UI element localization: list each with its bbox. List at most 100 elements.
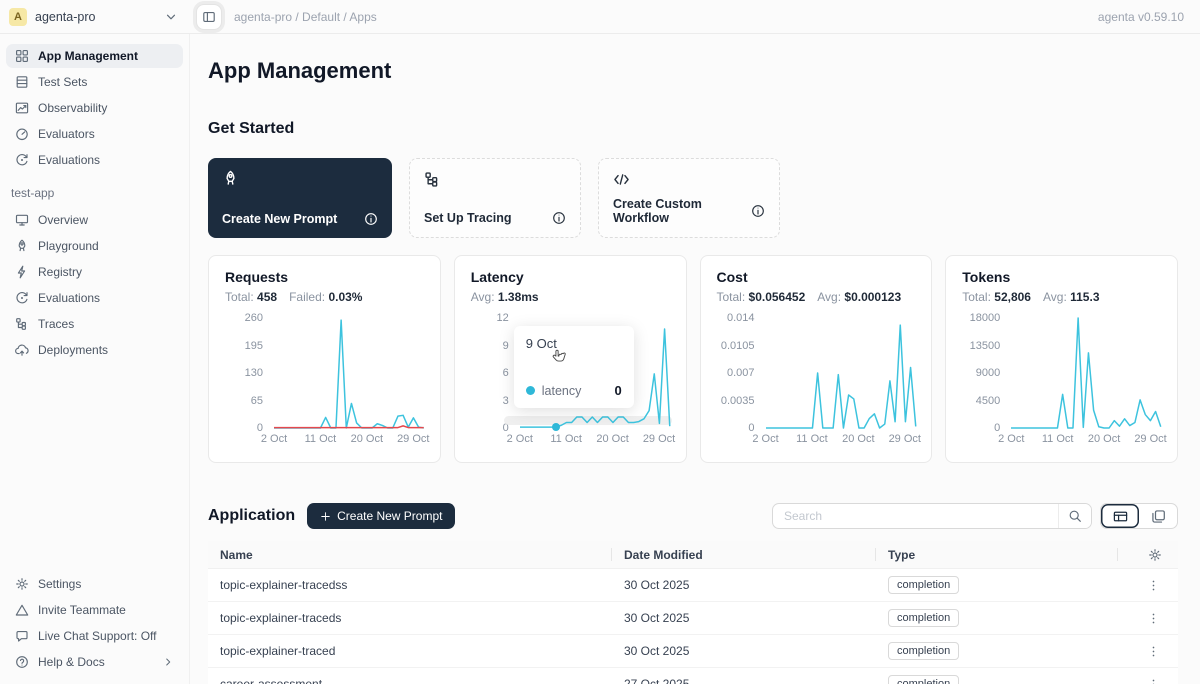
rows-icon (15, 75, 29, 89)
latency-chart[interactable]: 036912 9 Oct latency 0 (471, 318, 670, 446)
info-icon[interactable] (751, 204, 765, 218)
table-row[interactable]: topic-explainer-traceds 30 Oct 2025 comp… (208, 602, 1178, 635)
sidebar-item-evaluations[interactable]: Evaluations (6, 148, 183, 172)
application-header: Application Create New Prompt (208, 503, 1178, 529)
sidebar-item-observability[interactable]: Observability (6, 96, 183, 120)
info-icon[interactable] (364, 212, 378, 226)
page-title: App Management (208, 58, 1178, 84)
sidebar-item-overview[interactable]: Overview (6, 208, 183, 232)
sidebar-item-settings[interactable]: Settings (6, 572, 183, 596)
chevron-down-icon (164, 10, 178, 24)
app-name: topic-explainer-tracedss (208, 578, 612, 592)
version-label: agenta v0.59.10 (1098, 10, 1200, 24)
sidebar-item-label: App Management (38, 49, 138, 63)
card-view-icon[interactable] (1139, 504, 1177, 528)
create-new-prompt-button[interactable]: Create New Prompt (307, 503, 455, 529)
chevron-right-icon (162, 656, 174, 668)
stat-title: Cost (717, 269, 916, 285)
table-row[interactable]: topic-explainer-traced 30 Oct 2025 compl… (208, 635, 1178, 668)
gear-icon[interactable] (1148, 548, 1162, 562)
create-new-prompt-card[interactable]: Create New Prompt (208, 158, 392, 238)
tree-icon (424, 171, 566, 188)
sidebar-item-app-management[interactable]: App Management (6, 44, 183, 68)
row-menu-button[interactable] (1145, 643, 1162, 660)
requests-chart[interactable]: 065130195260 2 Oct11 Oct20 Oct29 Oct (225, 318, 424, 446)
stat-title: Requests (225, 269, 424, 285)
sidebar-item-label: Live Chat Support: Off (38, 629, 157, 643)
table-view-icon[interactable] (1101, 504, 1139, 528)
refresh-icon (15, 291, 29, 305)
workspace-selector[interactable]: A agenta-pro (0, 8, 190, 26)
workspace-name: agenta-pro (35, 10, 95, 24)
sidebar-item-help-docs[interactable]: Help & Docs (6, 650, 183, 674)
row-menu-button[interactable] (1145, 610, 1162, 627)
type-badge: completion (888, 609, 959, 627)
column-settings[interactable] (1118, 541, 1178, 568)
cost-chart[interactable]: 00.00350.0070.01050.014 2 Oct11 Oct20 Oc… (717, 318, 916, 446)
tooltip-date: 9 Oct (526, 336, 622, 351)
search-input[interactable] (773, 504, 1058, 528)
type-badge: completion (888, 675, 959, 684)
sidebar-item-label: Invite Teammate (38, 603, 126, 617)
column-header-name[interactable]: Name (208, 541, 612, 568)
sidebar-item-test-sets[interactable]: Test Sets (6, 70, 183, 94)
sidebar-item-label: Overview (38, 213, 88, 227)
tooltip-series: latency (542, 384, 582, 398)
sidebar-item-label: Registry (38, 265, 82, 279)
stat-subtitle: Total: $0.056452Avg: $0.000123 (717, 290, 916, 304)
card-label: Create Custom Workflow (613, 197, 751, 225)
app-date: 30 Oct 2025 (612, 644, 876, 658)
triangle-icon (15, 603, 29, 617)
create-custom-workflow-card[interactable]: Create Custom Workflow (598, 158, 780, 238)
view-toggle (1100, 503, 1178, 529)
column-header-date-modified[interactable]: Date Modified (612, 541, 876, 568)
sidebar-item-evaluations-app[interactable]: Evaluations (6, 286, 183, 310)
app-name: career-assessment (208, 677, 612, 684)
table-row[interactable]: career-assessment 27 Oct 2025 completion (208, 668, 1178, 684)
get-started-cards: Create New Prompt Set Up Tracing Create … (208, 158, 1178, 238)
help-icon (15, 655, 29, 669)
breadcrumb[interactable]: agenta-pro / Default / Apps (234, 10, 377, 24)
sidebar-item-label: Traces (38, 317, 74, 331)
stat-subtitle: Total: 52,806Avg: 115.3 (962, 290, 1161, 304)
sidebar-item-live-chat[interactable]: Live Chat Support: Off (6, 624, 183, 648)
requests-card: Requests Total: 458Failed: 0.03% 0651301… (208, 255, 441, 463)
sidebar-item-traces[interactable]: Traces (6, 312, 183, 336)
row-menu-button[interactable] (1145, 676, 1162, 684)
search-icon[interactable] (1058, 504, 1091, 528)
stat-subtitle: Avg: 1.38ms (471, 290, 670, 304)
tooltip-value: 0 (615, 383, 622, 398)
stat-title: Tokens (962, 269, 1161, 285)
sidebar-item-invite-teammate[interactable]: Invite Teammate (6, 598, 183, 622)
rocket-icon (15, 239, 29, 253)
column-header-type[interactable]: Type (876, 541, 1118, 568)
code-icon (613, 171, 765, 188)
info-icon[interactable] (552, 211, 566, 225)
row-menu-button[interactable] (1145, 577, 1162, 594)
y-axis: 036912 (471, 318, 511, 428)
table-row[interactable]: topic-explainer-tracedss 30 Oct 2025 com… (208, 569, 1178, 602)
y-axis: 00.00350.0070.01050.014 (717, 318, 757, 428)
sidebar-toggle-button[interactable] (196, 4, 222, 30)
tree-icon (15, 317, 29, 331)
series-dot (526, 386, 535, 395)
tokens-chart[interactable]: 0450090001350018000 2 Oct11 Oct20 Oct29 … (962, 318, 1161, 446)
chart-tooltip: 9 Oct latency 0 (514, 326, 634, 408)
rocket-icon (222, 170, 378, 187)
topbar: A agenta-pro agenta-pro / Default / Apps… (0, 0, 1200, 34)
line-chart-icon (15, 101, 29, 115)
set-up-tracing-card[interactable]: Set Up Tracing (409, 158, 581, 238)
grid-icon (15, 49, 29, 63)
sidebar-item-label: Evaluators (38, 127, 95, 141)
sidebar-item-label: Test Sets (38, 75, 87, 89)
sidebar-item-evaluators[interactable]: Evaluators (6, 122, 183, 146)
sidebar-item-playground[interactable]: Playground (6, 234, 183, 258)
sidebar-item-deployments[interactable]: Deployments (6, 338, 183, 362)
sidebar-item-label: Playground (38, 239, 99, 253)
app-date: 30 Oct 2025 (612, 611, 876, 625)
type-badge: completion (888, 576, 959, 594)
stats-row: Requests Total: 458Failed: 0.03% 0651301… (208, 255, 1178, 463)
gauge-icon (15, 127, 29, 141)
gear-icon (15, 577, 29, 591)
sidebar-item-registry[interactable]: Registry (6, 260, 183, 284)
